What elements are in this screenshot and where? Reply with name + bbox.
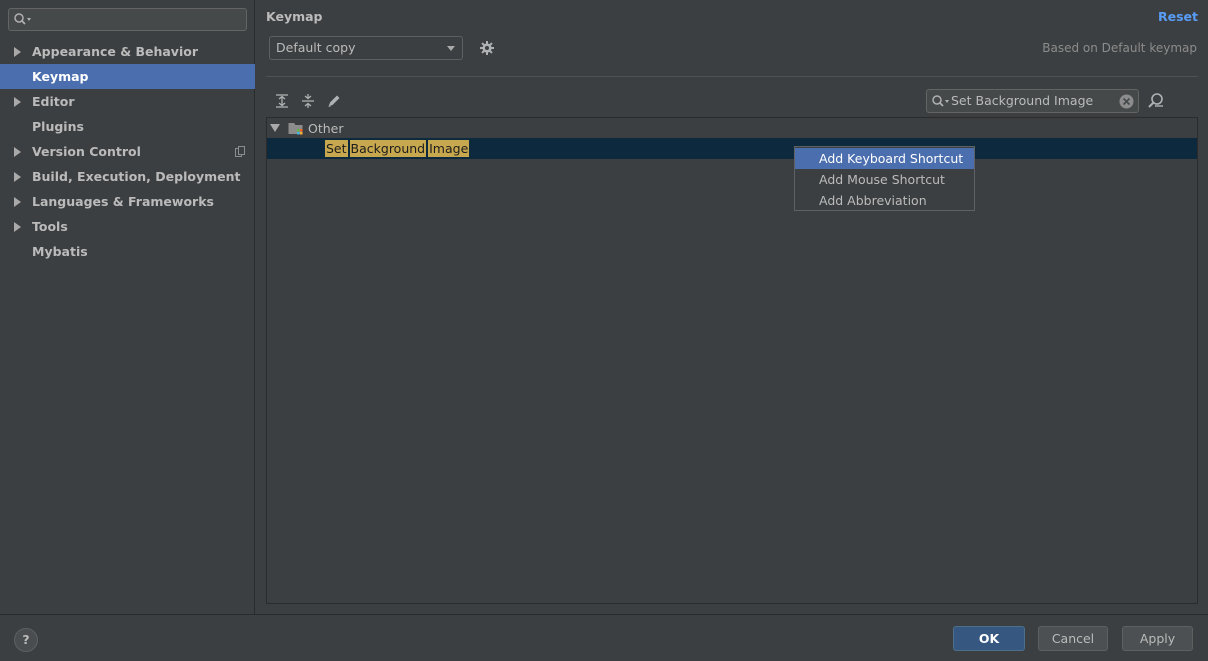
keymap-select[interactable]: Default copy bbox=[269, 36, 463, 60]
filter-value: Set Background Image bbox=[951, 93, 1094, 108]
search-match-highlight: Background bbox=[349, 140, 427, 157]
menu-item-add-keyboard-shortcut[interactable]: Add Keyboard Shortcut bbox=[795, 148, 974, 169]
collapse-all-icon[interactable] bbox=[300, 93, 316, 109]
reset-link[interactable]: Reset bbox=[1158, 9, 1198, 24]
expand-all-icon[interactable] bbox=[274, 93, 290, 109]
apply-button[interactable]: Apply bbox=[1122, 626, 1193, 651]
expand-arrow-icon[interactable] bbox=[14, 97, 21, 107]
menu-item-add-mouse-shortcut[interactable]: Add Mouse Shortcut bbox=[795, 169, 974, 190]
sidebar-item-appearance-behavior[interactable]: Appearance & Behavior bbox=[0, 39, 255, 64]
help-button[interactable]: ? bbox=[14, 628, 38, 652]
expand-arrow-icon[interactable] bbox=[14, 172, 21, 182]
tree-node-set-background-image[interactable]: Set Background Image bbox=[267, 138, 1197, 159]
dialog-footer: ? OK Cancel Apply bbox=[0, 614, 1208, 661]
sidebar-item-label: Editor bbox=[32, 94, 75, 109]
sidebar-item-languages-frameworks[interactable]: Languages & Frameworks bbox=[0, 189, 255, 214]
sidebar-item-label: Appearance & Behavior bbox=[32, 44, 198, 59]
sidebar-item-tools[interactable]: Tools bbox=[0, 214, 255, 239]
sidebar-item-keymap[interactable]: Keymap bbox=[0, 64, 255, 89]
expand-arrow-icon[interactable] bbox=[14, 197, 21, 207]
expand-arrow-icon[interactable] bbox=[14, 47, 21, 57]
chevron-down-icon bbox=[447, 46, 455, 51]
sidebar-item-label: Languages & Frameworks bbox=[32, 194, 214, 209]
sidebar-item-label: Tools bbox=[32, 219, 68, 234]
search-icon bbox=[14, 13, 31, 25]
sidebar-item-mybatis[interactable]: Mybatis bbox=[0, 239, 255, 264]
sidebar-item-label: Keymap bbox=[32, 69, 89, 84]
tree-node-other[interactable]: Other bbox=[267, 118, 1197, 139]
expand-arrow-icon[interactable] bbox=[14, 222, 21, 232]
based-on-label: Based on Default keymap bbox=[1042, 41, 1197, 55]
find-shortcut-icon[interactable] bbox=[1147, 92, 1165, 110]
project-level-icon bbox=[235, 146, 245, 157]
sidebar-item-version-control[interactable]: Version Control bbox=[0, 139, 255, 164]
keymap-action-tree: Other Set Background Image bbox=[266, 117, 1198, 604]
settings-nav-list: Appearance & Behavior Keymap Editor Plug… bbox=[0, 39, 255, 264]
cancel-button[interactable]: Cancel bbox=[1038, 626, 1108, 651]
sidebar-item-label: Mybatis bbox=[32, 244, 88, 259]
ok-button[interactable]: OK bbox=[953, 626, 1025, 651]
keymap-select-value: Default copy bbox=[276, 40, 356, 55]
sidebar-item-build-execution-deployment[interactable]: Build, Execution, Deployment bbox=[0, 164, 255, 189]
divider bbox=[266, 76, 1198, 77]
folder-icon bbox=[288, 123, 303, 135]
gear-icon[interactable] bbox=[479, 40, 495, 56]
collapse-arrow-icon[interactable] bbox=[270, 124, 280, 132]
sidebar-item-editor[interactable]: Editor bbox=[0, 89, 255, 114]
sidebar-item-label: Version Control bbox=[32, 144, 141, 159]
tree-node-label: Other bbox=[308, 121, 344, 136]
clear-search-icon[interactable] bbox=[1119, 94, 1134, 109]
action-filter-input[interactable]: Set Background Image bbox=[926, 89, 1139, 113]
sidebar-item-plugins[interactable]: Plugins bbox=[0, 114, 255, 139]
keymap-panel: Keymap Reset Default copy Based on Defau… bbox=[256, 0, 1208, 614]
search-icon bbox=[932, 95, 949, 107]
settings-sidebar: Appearance & Behavior Keymap Editor Plug… bbox=[0, 0, 255, 614]
sidebar-item-label: Build, Execution, Deployment bbox=[32, 169, 241, 184]
search-match-highlight: Set bbox=[325, 140, 348, 157]
settings-search-input[interactable] bbox=[8, 8, 247, 31]
sidebar-item-label: Plugins bbox=[32, 119, 84, 134]
search-match-highlight: Image bbox=[428, 140, 470, 157]
page-title: Keymap bbox=[266, 9, 323, 24]
expand-arrow-icon[interactable] bbox=[14, 147, 21, 157]
context-menu: Add Keyboard Shortcut Add Mouse Shortcut… bbox=[794, 146, 975, 211]
edit-pencil-icon[interactable] bbox=[326, 93, 342, 109]
action-label: Set Background Image bbox=[325, 140, 471, 157]
menu-item-add-abbreviation[interactable]: Add Abbreviation bbox=[795, 190, 974, 211]
